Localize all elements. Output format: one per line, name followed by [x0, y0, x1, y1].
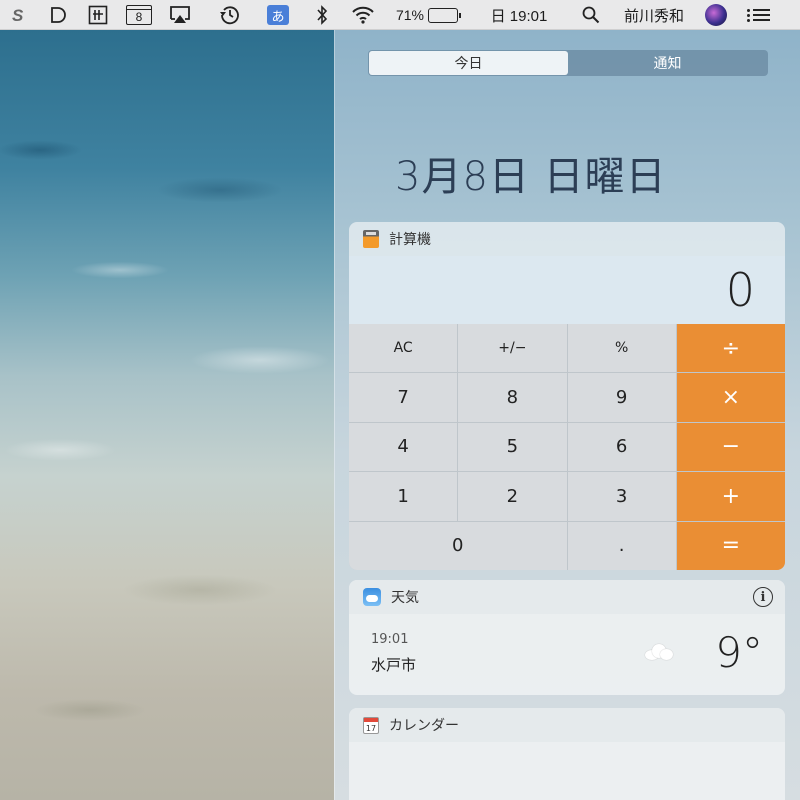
calc-key-digit-0[interactable]: 0: [349, 521, 567, 570]
calc-key-digit-1[interactable]: 1: [349, 472, 458, 521]
calculator-icon: [363, 230, 379, 248]
battery-indicator[interactable]: 71%: [390, 0, 464, 30]
calculator-title: 計算機: [389, 232, 431, 248]
date-heading: 3月8日 日曜日: [395, 154, 667, 200]
calc-key-digit-9[interactable]: 9: [567, 373, 676, 422]
calendar-title: カレンダー: [389, 718, 459, 734]
battery-icon: [428, 7, 462, 23]
calc-key-digit-8[interactable]: 8: [458, 373, 567, 422]
weather-widget-header: 天気 i: [349, 580, 785, 614]
svg-text:S: S: [12, 7, 24, 23]
calc-key-digit-7[interactable]: 7: [349, 373, 458, 422]
calc-key-decimal[interactable]: .: [567, 521, 676, 570]
tab-notifications[interactable]: 通知: [568, 51, 767, 75]
calc-key-digit-4[interactable]: 4: [349, 422, 458, 472]
calc-key-digit-2[interactable]: 2: [458, 472, 567, 521]
calc-key-add[interactable]: +: [676, 472, 785, 521]
view-segmented-control: 今日 通知: [368, 50, 768, 76]
calc-key-digit-3[interactable]: 3: [567, 472, 676, 521]
calc-key-equals[interactable]: =: [676, 521, 785, 570]
calc-key-percent[interactable]: %: [567, 324, 676, 373]
menu-bar: S 8 あ 71% 日 19:01 前川秀和: [0, 0, 800, 30]
calendar-app-icon: 17: [363, 716, 379, 734]
weather-city: 水戸市: [371, 656, 417, 674]
notification-center-panel: 今日 通知 3月8日 日曜日 計算機 0 AC +/−% ÷ 7 8 9 × 4 5 6− 1 2 3 +…: [334, 30, 800, 800]
weather-app-icon: [363, 588, 381, 606]
calendar-day-number: 8: [135, 10, 143, 24]
grid-app-icon[interactable]: [86, 0, 110, 30]
calendar-icon[interactable]: 8: [124, 0, 154, 30]
time-machine-icon[interactable]: [216, 0, 244, 30]
calc-key-clear[interactable]: AC: [349, 324, 458, 373]
weather-row[interactable]: 19:01 水戸市 9°: [349, 614, 785, 695]
menu-clock[interactable]: 日 19:01: [482, 0, 556, 30]
calc-key-digit-5[interactable]: 5: [458, 422, 567, 472]
weather-widget: 天気 i 19:01 水戸市 9°: [349, 580, 785, 695]
d-app-icon[interactable]: [46, 0, 70, 30]
input-method-icon[interactable]: あ: [264, 0, 292, 30]
weather-time: 19:01: [371, 632, 409, 647]
input-method-label: あ: [267, 5, 289, 25]
airplay-icon[interactable]: [166, 0, 194, 30]
calculator-keypad: AC +/−% ÷ 7 8 9 × 4 5 6− 1 2 3 +0. =: [349, 324, 785, 570]
wifi-icon[interactable]: [348, 0, 378, 30]
calc-key-divide[interactable]: ÷: [676, 324, 785, 373]
calendar-widget: 17 カレンダー: [349, 708, 785, 800]
weather-temperature: 9°: [715, 628, 763, 677]
calc-key-plus-minus[interactable]: +/−: [458, 324, 567, 373]
calc-key-digit-6[interactable]: 6: [567, 422, 676, 472]
dropbox-s-icon[interactable]: S: [8, 0, 34, 30]
calendar-widget-header: 17 カレンダー: [349, 708, 785, 742]
spotlight-search-icon[interactable]: [578, 0, 604, 30]
calculator-widget: 計算機 0 AC +/−% ÷ 7 8 9 × 4 5 6− 1 2 3 +0. =: [349, 222, 785, 570]
calculator-display: 0: [349, 256, 785, 324]
calc-key-subtract[interactable]: −: [676, 422, 785, 472]
battery-percent: 71%: [395, 7, 425, 23]
tab-today[interactable]: 今日: [369, 51, 568, 75]
calculator-widget-header: 計算機: [349, 222, 785, 256]
calc-key-multiply[interactable]: ×: [676, 373, 785, 422]
calendar-app-icon-day: 17: [365, 723, 377, 733]
siri-icon[interactable]: [702, 0, 730, 30]
weather-title: 天気: [391, 590, 419, 606]
cloud-icon: [645, 644, 673, 660]
notification-center-icon[interactable]: [744, 0, 774, 30]
bluetooth-icon[interactable]: [310, 0, 334, 30]
user-name[interactable]: 前川秀和: [614, 0, 694, 30]
info-icon[interactable]: i: [753, 587, 773, 607]
desktop-wallpaper: [0, 30, 334, 800]
